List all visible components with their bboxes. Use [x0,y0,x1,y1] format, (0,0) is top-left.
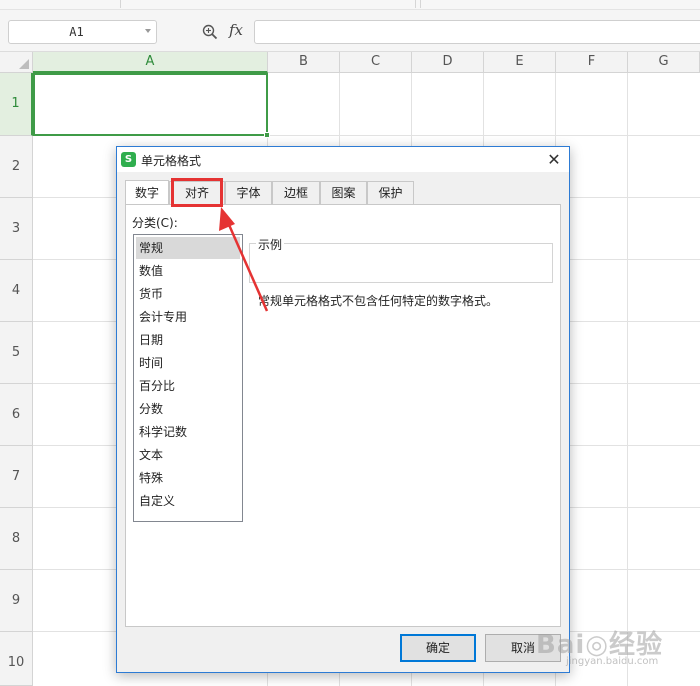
category-list[interactable]: 常规 数值 货币 会计专用 日期 时间 百分比 分数 科学记数 文本 特殊 自定… [133,234,243,522]
column-header-f[interactable]: F [556,52,628,73]
tab-font[interactable]: 字体 [225,181,272,204]
category-item[interactable]: 百分比 [136,375,240,397]
fill-handle[interactable] [264,132,270,138]
column-header-d[interactable]: D [412,52,484,73]
row-header-8[interactable]: 8 [0,508,33,570]
fx-icon[interactable]: fx [229,21,243,39]
column-header-a[interactable]: A [33,52,268,73]
category-item[interactable]: 时间 [136,352,240,374]
column-header-b[interactable]: B [268,52,340,73]
tab-protection[interactable]: 保护 [367,181,414,204]
chevron-down-icon[interactable] [145,29,151,33]
column-header-g[interactable]: G [628,52,700,73]
row-header-1[interactable]: 1 [0,73,33,136]
row-header-7[interactable]: 7 [0,446,33,508]
annotation-highlight-box [171,178,223,207]
row-header-5[interactable]: 5 [0,322,33,384]
dialog-title: 单元格格式 [141,154,202,168]
column-header-c[interactable]: C [340,52,412,73]
category-item[interactable]: 分数 [136,398,240,420]
formula-input[interactable] [254,20,700,44]
column-header-e[interactable]: E [484,52,556,73]
row-header-9[interactable]: 9 [0,570,33,632]
category-item[interactable]: 数值 [136,260,240,282]
dialog-title-bar[interactable]: S 单元格格式 ✕ [117,147,569,172]
category-item[interactable]: 科学记数 [136,421,240,443]
tab-number[interactable]: 数字 [125,180,169,204]
top-toolbar-strip [0,0,700,10]
toolbar-separator [415,0,416,8]
category-item[interactable]: 特殊 [136,467,240,489]
category-label: 分类(C): [132,216,178,230]
category-item[interactable]: 货币 [136,283,240,305]
row-header-6[interactable]: 6 [0,384,33,446]
tab-pattern[interactable]: 图案 [320,181,367,204]
grid-line [627,73,628,686]
category-item[interactable]: 自定义 [136,490,240,512]
sample-group-box [249,243,553,283]
sample-label: 示例 [256,236,285,253]
category-item[interactable]: 文本 [136,444,240,466]
formula-bar: A1 fx [0,10,700,52]
corner-triangle-icon [19,59,29,69]
category-item[interactable]: 常规 [136,237,240,259]
wps-logo-icon: S [121,152,136,167]
row-header-10[interactable]: 10 [0,632,33,686]
tab-border[interactable]: 边框 [272,181,320,204]
name-box-value: A1 [69,25,84,39]
category-item[interactable]: 会计专用 [136,306,240,328]
row-header-4[interactable]: 4 [0,260,33,322]
format-cells-dialog: S 单元格格式 ✕ 数字 对齐 字体 边框 图案 保护 分类(C): 常规 数值… [116,146,570,673]
zoom-icon[interactable] [202,24,218,40]
toolbar-separator [420,0,421,8]
name-box[interactable]: A1 [8,20,157,44]
selected-cell-a1[interactable] [33,73,270,138]
format-description: 常规单元格格式不包含任何特定的数字格式。 [258,294,499,308]
category-item[interactable]: 日期 [136,329,240,351]
toolbar-separator [120,0,121,8]
close-icon[interactable]: ✕ [543,150,565,170]
row-header-2[interactable]: 2 [0,136,33,198]
row-header-3[interactable]: 3 [0,198,33,260]
watermark-url: jingyan.baidu.com [566,656,659,667]
ok-button[interactable]: 确定 [400,634,476,662]
select-all-corner[interactable] [0,52,33,73]
